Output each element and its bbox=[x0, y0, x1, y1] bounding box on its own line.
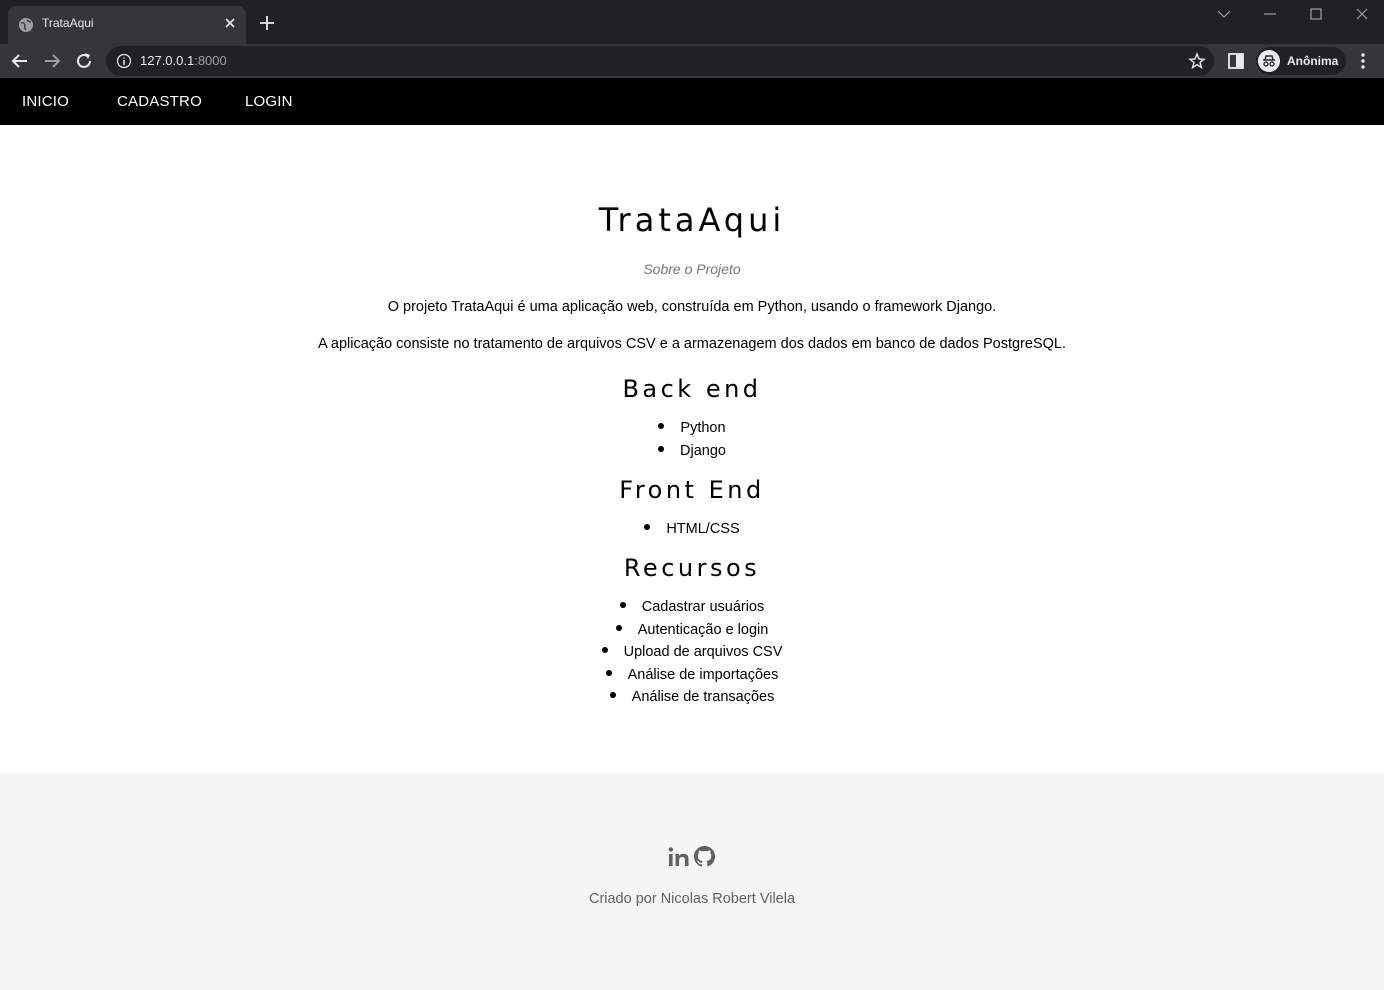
url-text: 127.0.0.1:8000 bbox=[140, 53, 227, 68]
close-icon[interactable] bbox=[222, 15, 238, 31]
star-icon[interactable] bbox=[1188, 52, 1206, 70]
bullet bbox=[609, 692, 616, 699]
list-item: Django bbox=[0, 440, 1384, 463]
window-close-icon[interactable] bbox=[1354, 6, 1370, 22]
globe-icon bbox=[19, 18, 33, 32]
page-title: TrataAqui bbox=[598, 201, 786, 239]
browser-toolbar: 127.0.0.1:8000 Anônima bbox=[0, 44, 1384, 78]
recursos-list: Cadastrar usuários Autenticação e login … bbox=[0, 596, 1384, 709]
section-title-frontend: Front End bbox=[619, 476, 765, 504]
github-icon[interactable] bbox=[693, 845, 716, 868]
bullet bbox=[658, 423, 665, 430]
minimize-icon[interactable] bbox=[1262, 6, 1278, 22]
frontend-list: HTML/CSS bbox=[0, 518, 1384, 541]
info-icon[interactable] bbox=[116, 53, 132, 69]
page-subtitle: Sobre o Projeto bbox=[643, 261, 741, 277]
back-arrow-icon[interactable] bbox=[9, 50, 31, 72]
list-item: Análise de importações bbox=[0, 664, 1384, 687]
nav-link-cadastro[interactable]: CADASTRO bbox=[117, 93, 202, 110]
browser-titlebar: TrataAqui bbox=[0, 0, 1384, 44]
linkedin-icon[interactable] bbox=[668, 846, 690, 868]
nav-link-login[interactable]: LOGIN bbox=[245, 93, 293, 110]
side-panel-icon[interactable] bbox=[1227, 52, 1245, 70]
chevron-down-icon[interactable] bbox=[1216, 6, 1232, 22]
new-tab-icon[interactable] bbox=[258, 14, 276, 32]
site-footer: Criado por Nicolas Robert Vilela bbox=[0, 773, 1384, 990]
list-item: Upload de arquivos CSV bbox=[0, 641, 1384, 664]
bullet bbox=[605, 669, 612, 676]
kebab-menu-icon[interactable] bbox=[1356, 52, 1370, 70]
tab-title: TrataAqui bbox=[42, 16, 94, 30]
list-item: Cadastrar usuários bbox=[0, 596, 1384, 619]
address-bar[interactable]: 127.0.0.1:8000 bbox=[106, 46, 1214, 76]
list-item: Autenticação e login bbox=[0, 619, 1384, 642]
main-content: TrataAqui Sobre o Projeto O projeto Trat… bbox=[0, 125, 1384, 773]
bullet bbox=[644, 524, 651, 531]
profile-label: Anônima bbox=[1287, 54, 1339, 68]
bullet bbox=[658, 445, 665, 452]
browser-tab[interactable]: TrataAqui bbox=[8, 6, 246, 44]
bullet bbox=[601, 647, 608, 654]
nav-link-inicio[interactable]: INICIO bbox=[22, 93, 69, 110]
intro-paragraph: O projeto TrataAqui é uma aplicação web,… bbox=[387, 299, 997, 315]
backend-list: Python Django bbox=[0, 417, 1384, 462]
bullet bbox=[615, 624, 622, 631]
forward-arrow-icon[interactable] bbox=[41, 50, 63, 72]
maximize-icon[interactable] bbox=[1308, 6, 1324, 22]
section-title-backend: Back end bbox=[622, 375, 762, 403]
profile-button[interactable]: Anônima bbox=[1256, 47, 1346, 75]
social-links bbox=[668, 845, 718, 869]
description-paragraph: A aplicação consiste no tratamento de ar… bbox=[317, 336, 1066, 352]
reload-icon[interactable] bbox=[73, 50, 95, 72]
list-item: Python bbox=[0, 417, 1384, 440]
footer-credit: Criado por Nicolas Robert Vilela bbox=[588, 891, 796, 907]
incognito-icon bbox=[1258, 50, 1280, 72]
list-item: HTML/CSS bbox=[0, 518, 1384, 541]
site-navbar: INICIO CADASTRO LOGIN bbox=[0, 78, 1384, 125]
section-title-recursos: Recursos bbox=[623, 554, 761, 582]
bullet bbox=[619, 602, 626, 609]
list-item: Análise de transações bbox=[0, 686, 1384, 709]
